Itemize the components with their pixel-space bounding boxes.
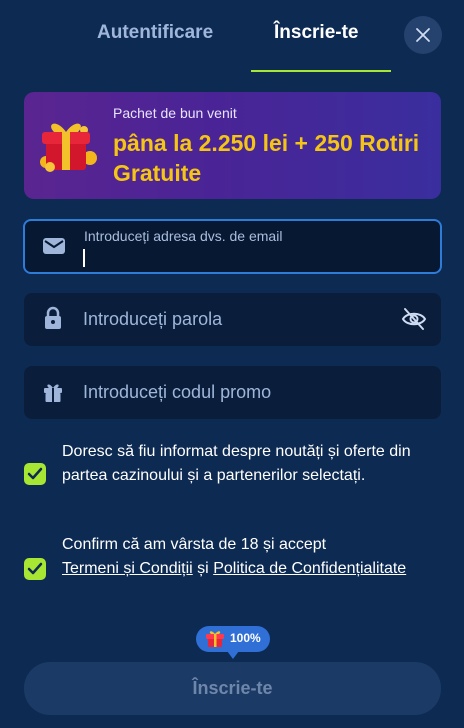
check-icon [27,562,43,575]
promo-code-field[interactable]: Introduceți codul promo [24,366,441,419]
signup-submit-button[interactable]: Înscrie-te [24,662,441,715]
email-placeholder: Introduceți adresa dvs. de email [84,228,283,244]
privacy-link[interactable]: Politica de Confidențialitate [213,560,406,577]
gift-icon [206,631,224,647]
terms-consent: Confirm că am vârsta de 18 și accept Ter… [24,533,434,605]
terms-consent-text: Confirm că am vârsta de 18 și accept Ter… [62,533,432,581]
tab-signup[interactable]: Înscrie-te [274,22,358,48]
terms-connector: și [197,560,209,577]
email-field[interactable]: Introduceți adresa dvs. de email [23,219,442,274]
gift-icon [40,123,97,172]
terms-consent-checkbox[interactable] [24,558,46,580]
active-tab-indicator [251,70,391,72]
eye-off-icon[interactable] [401,307,427,331]
password-placeholder: Introduceți parola [83,309,223,329]
welcome-bonus-banner: Pachet de bun venit pâna la 2.250 lei + … [24,92,441,199]
terms-prefix: Confirm că am vârsta de 18 și accept [62,536,327,553]
bonus-progress-badge: 100% [196,626,270,652]
auth-tabs: Autentificare Înscrie-te [0,0,464,72]
badge-pointer [227,651,239,659]
check-icon [27,467,43,480]
marketing-consent-text: Doresc să fiu informat despre noutăți și… [62,443,411,484]
promo-placeholder: Introduceți codul promo [83,382,272,402]
terms-link[interactable]: Termeni și Condiții [62,560,193,577]
password-field[interactable]: Introduceți parola [24,293,441,346]
signup-submit-label: Înscrie-te [192,678,273,698]
bonus-progress-value: 100% [230,631,261,645]
banner-subtitle: Pachet de bun venit [113,105,237,121]
close-button[interactable] [404,16,442,54]
marketing-consent: Doresc să fiu informat despre noutăți și… [24,440,434,512]
tab-login[interactable]: Autentificare [97,22,213,48]
lock-icon [45,306,61,329]
banner-title: pâna la 2.250 lei + 250 Rotiri Gratuite [113,130,420,186]
marketing-consent-checkbox[interactable] [24,463,46,485]
mail-icon [43,238,65,254]
gift-icon [44,384,62,402]
close-icon [416,28,430,42]
signup-modal: Autentificare Înscrie-te Pachet de bun v… [0,0,464,728]
text-cursor [83,249,85,267]
